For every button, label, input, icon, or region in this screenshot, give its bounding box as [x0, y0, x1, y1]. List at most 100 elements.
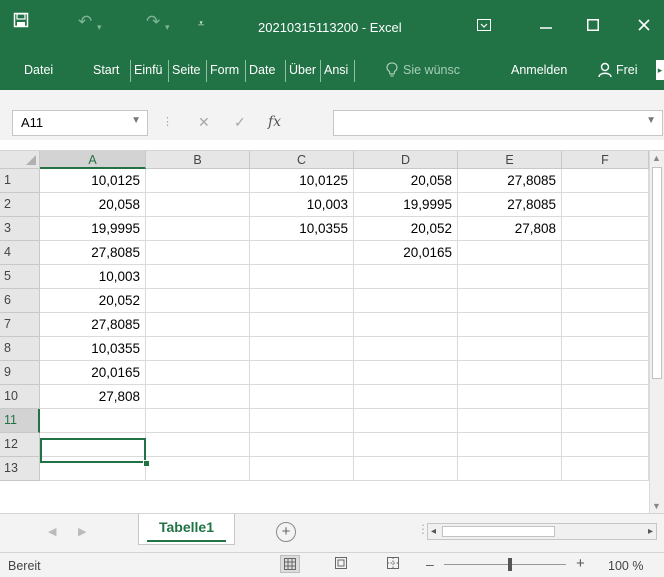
cell-b11[interactable] — [146, 409, 250, 433]
cell-f2[interactable] — [562, 193, 649, 217]
drag-handle-icon[interactable]: ⋮ — [162, 114, 173, 130]
zoom-out-button[interactable]: – — [426, 556, 434, 572]
page-layout-view-icon[interactable] — [331, 555, 351, 573]
column-header-f[interactable]: F — [562, 151, 649, 169]
cell-b4[interactable] — [146, 241, 250, 265]
sheet-next-icon[interactable]: ▶ — [78, 525, 86, 538]
row-header-3[interactable]: 3 — [0, 217, 40, 241]
cell-d2[interactable]: 19,9995 — [354, 193, 458, 217]
tab-page-layout[interactable]: Seite — [172, 60, 204, 80]
cell-a6[interactable]: 20,052 — [40, 289, 146, 313]
cell-f8[interactable] — [562, 337, 649, 361]
cell-b1[interactable] — [146, 169, 250, 193]
redo-dropdown-icon[interactable]: ▾ — [165, 17, 170, 37]
cell-f10[interactable] — [562, 385, 649, 409]
scroll-up-icon[interactable]: ▲ — [652, 153, 661, 163]
zoom-in-button[interactable]: + — [576, 555, 585, 572]
cell-d9[interactable] — [354, 361, 458, 385]
expand-formula-icon[interactable]: ▼ — [646, 115, 656, 126]
cell-d13[interactable] — [354, 457, 458, 481]
cell-d10[interactable] — [354, 385, 458, 409]
page-break-preview-icon[interactable] — [383, 555, 403, 573]
vertical-scrollbar[interactable]: ▲ ▼ — [649, 151, 664, 513]
cell-a2[interactable]: 20,058 — [40, 193, 146, 217]
tab-insert[interactable]: Einfü — [134, 60, 166, 80]
chevron-down-icon[interactable]: ▼ — [131, 115, 141, 126]
worksheet-grid[interactable]: ▲ ▼ A B C D E F 1 10,0125 10,0125 20,058 27,8085 2 2… — [0, 150, 664, 513]
row-header-8[interactable]: 8 — [0, 337, 40, 361]
save-icon[interactable] — [13, 12, 29, 33]
row-header-10[interactable]: 10 — [0, 385, 40, 409]
cell-f11[interactable] — [562, 409, 649, 433]
cell-f12[interactable] — [562, 433, 649, 457]
vertical-scroll-thumb[interactable] — [652, 167, 662, 379]
cell-e7[interactable] — [458, 313, 562, 337]
cell-e8[interactable] — [458, 337, 562, 361]
cell-d6[interactable] — [354, 289, 458, 313]
zoom-slider[interactable] — [444, 564, 566, 565]
cell-e13[interactable] — [458, 457, 562, 481]
ribbon-display-options-icon[interactable] — [469, 12, 499, 38]
cell-f1[interactable] — [562, 169, 649, 193]
cell-c8[interactable] — [250, 337, 354, 361]
cell-d11[interactable] — [354, 409, 458, 433]
cell-b10[interactable] — [146, 385, 250, 409]
row-header-1[interactable]: 1 — [0, 169, 40, 193]
cancel-icon[interactable]: ✕ — [198, 114, 210, 130]
column-header-e[interactable]: E — [458, 151, 562, 169]
insert-function-icon[interactable]: fx — [268, 114, 281, 130]
sign-in-link[interactable]: Anmelden — [511, 60, 567, 80]
tab-data[interactable]: Date — [249, 60, 282, 80]
cell-b2[interactable] — [146, 193, 250, 217]
cell-b13[interactable] — [146, 457, 250, 481]
cell-c12[interactable] — [250, 433, 354, 457]
sheet-prev-icon[interactable]: ◀ — [48, 525, 56, 538]
cell-c11[interactable] — [250, 409, 354, 433]
customize-qat-icon[interactable]: ⩡ — [198, 14, 204, 34]
cell-a5[interactable]: 10,003 — [40, 265, 146, 289]
name-box[interactable]: A11 ▼ — [12, 110, 148, 136]
enter-icon[interactable]: ✓ — [234, 114, 246, 130]
undo-icon[interactable]: ↶ — [78, 12, 92, 32]
cell-b6[interactable] — [146, 289, 250, 313]
cell-e4[interactable] — [458, 241, 562, 265]
cell-d5[interactable] — [354, 265, 458, 289]
cell-d4[interactable]: 20,0165 — [354, 241, 458, 265]
row-header-13[interactable]: 13 — [0, 457, 40, 481]
cell-f9[interactable] — [562, 361, 649, 385]
row-header-4[interactable]: 4 — [0, 241, 40, 265]
tab-home[interactable]: Start — [93, 60, 126, 80]
zoom-level[interactable]: 100 % — [608, 559, 643, 573]
cell-c13[interactable] — [250, 457, 354, 481]
tab-review[interactable]: Über — [289, 60, 317, 80]
cell-f4[interactable] — [562, 241, 649, 265]
cell-d1[interactable]: 20,058 — [354, 169, 458, 193]
row-header-12[interactable]: 12 — [0, 433, 40, 457]
cell-b12[interactable] — [146, 433, 250, 457]
cell-a7[interactable]: 27,8085 — [40, 313, 146, 337]
column-header-d[interactable]: D — [354, 151, 458, 169]
cell-c9[interactable] — [250, 361, 354, 385]
cell-a8[interactable]: 10,0355 — [40, 337, 146, 361]
cell-c7[interactable] — [250, 313, 354, 337]
cell-c10[interactable] — [250, 385, 354, 409]
cell-e11[interactable] — [458, 409, 562, 433]
select-all-corner[interactable] — [0, 151, 40, 169]
cell-c5[interactable] — [250, 265, 354, 289]
cell-e9[interactable] — [458, 361, 562, 385]
cell-f5[interactable] — [562, 265, 649, 289]
cell-d7[interactable] — [354, 313, 458, 337]
row-header-7[interactable]: 7 — [0, 313, 40, 337]
cell-e2[interactable]: 27,8085 — [458, 193, 562, 217]
column-header-b[interactable]: B — [146, 151, 250, 169]
redo-icon[interactable]: ↷ — [146, 12, 160, 32]
row-header-11[interactable]: 11 — [0, 409, 40, 433]
formula-input[interactable]: ▼ — [333, 110, 663, 136]
cell-b5[interactable] — [146, 265, 250, 289]
cell-c1[interactable]: 10,0125 — [250, 169, 354, 193]
horizontal-scroll-thumb[interactable] — [442, 526, 555, 537]
cell-b3[interactable] — [146, 217, 250, 241]
cell-c2[interactable]: 10,003 — [250, 193, 354, 217]
cell-e3[interactable]: 27,808 — [458, 217, 562, 241]
row-header-5[interactable]: 5 — [0, 265, 40, 289]
